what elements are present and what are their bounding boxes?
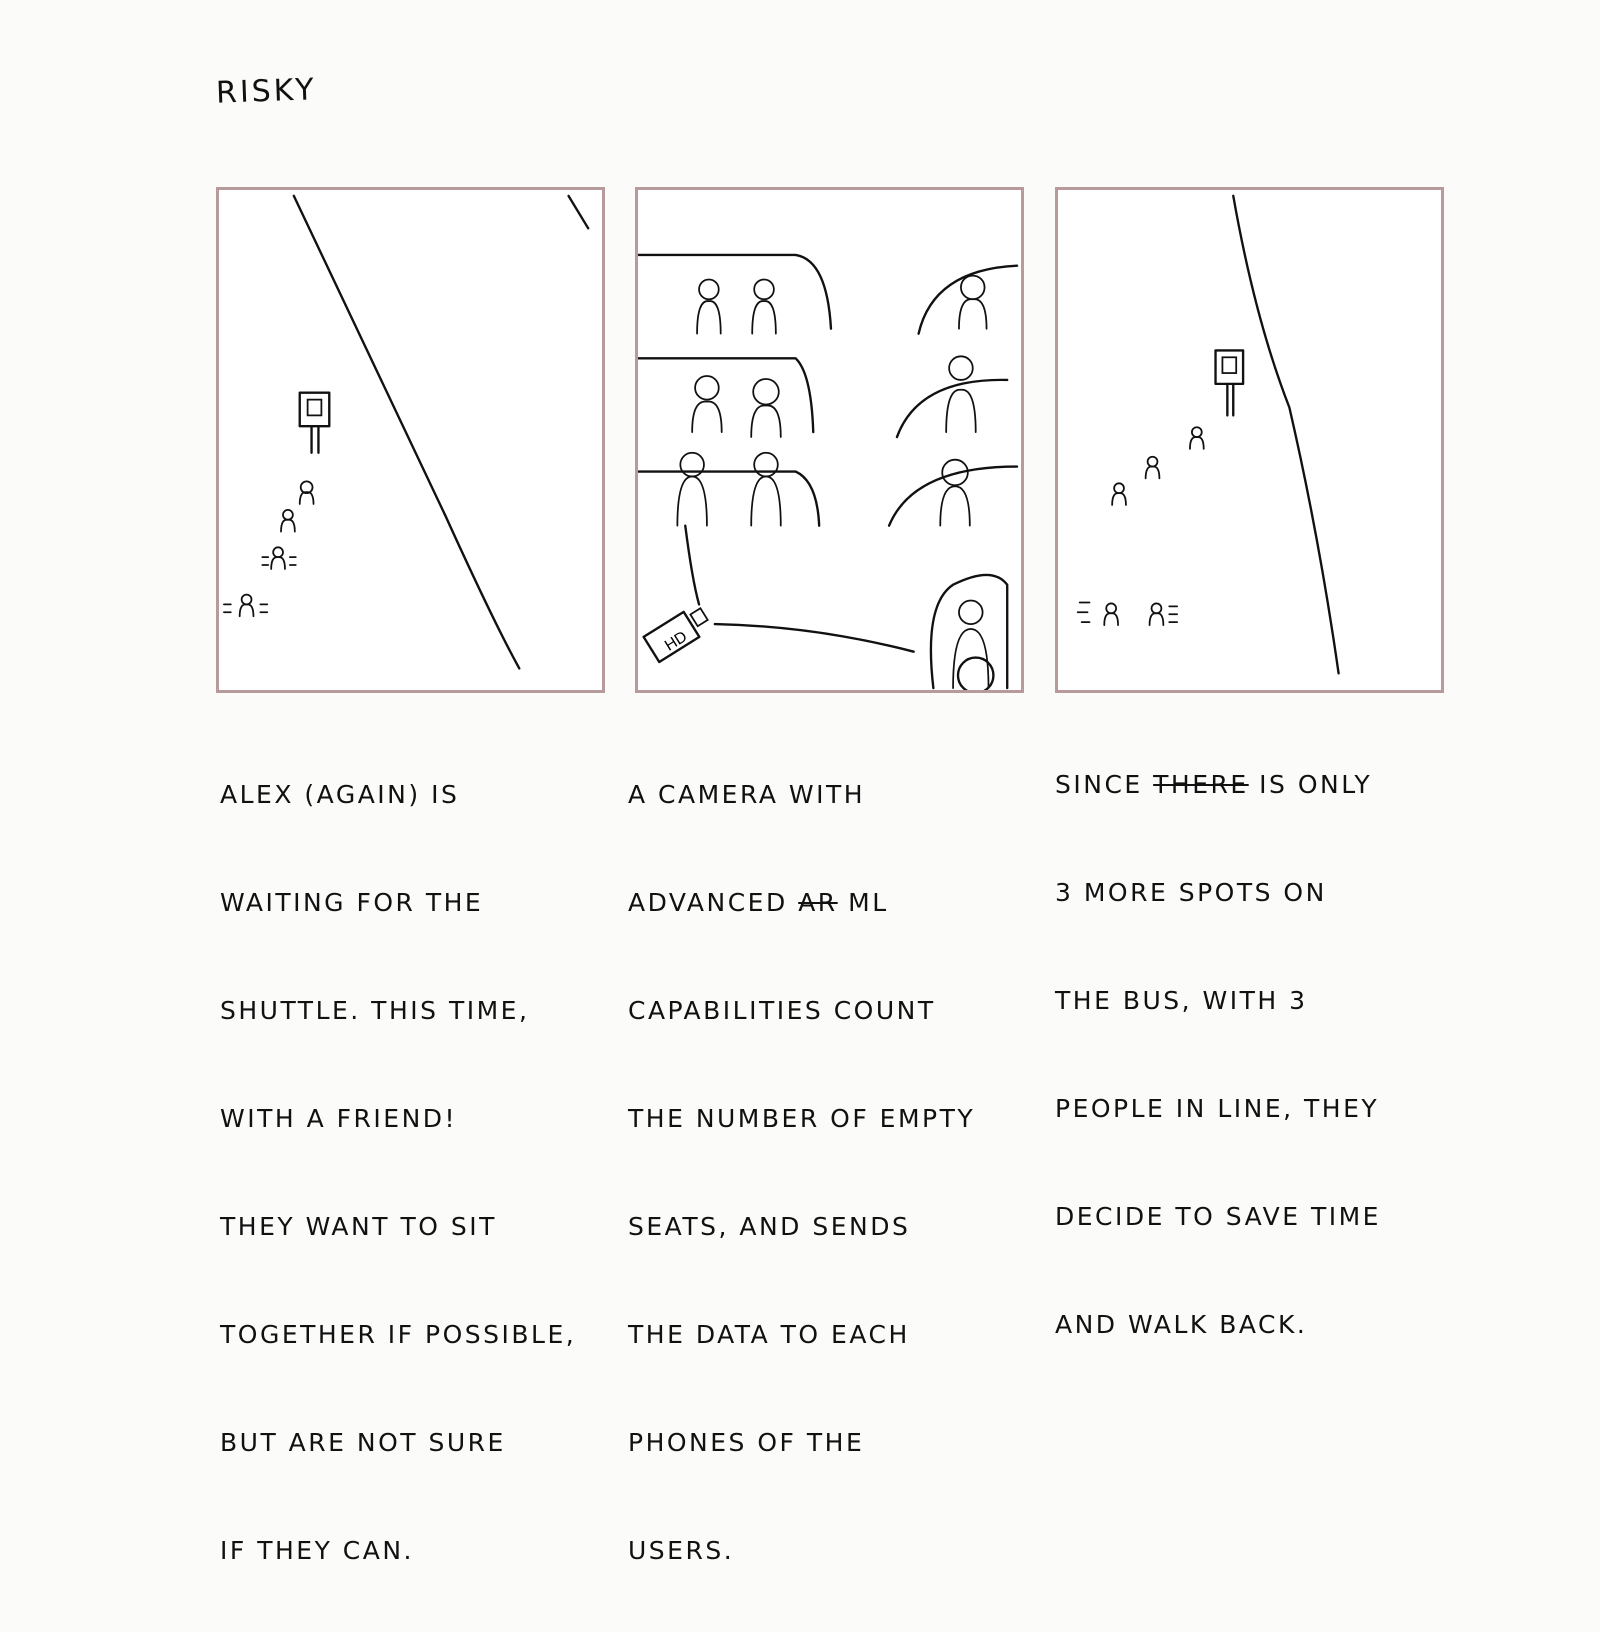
caption-line: WITH A FRIEND! xyxy=(220,1104,458,1133)
caption-line: ADVANCED AR ML xyxy=(628,876,1038,930)
caption-line: SHUTTLE. THIS TIME, xyxy=(220,996,530,1025)
people-in-line xyxy=(1111,426,1205,506)
caption-line: THE DATA TO EACH xyxy=(628,1320,910,1349)
caption-line: 3 MORE SPOTS ON xyxy=(1055,878,1327,907)
caption-line: THEY WANT TO SIT xyxy=(220,1212,497,1241)
road-edge-line xyxy=(292,194,521,670)
caption-word: SINCE xyxy=(1055,770,1143,799)
camera-device: HD xyxy=(642,607,709,664)
caption-line: ALEX (AGAIN) IS xyxy=(220,780,460,809)
caption-line: DECIDE TO SAVE TIME xyxy=(1055,1202,1381,1231)
caption-line: AND WALK BACK. xyxy=(1055,1310,1308,1339)
caption-line: CAPABILITIES COUNT xyxy=(628,996,936,1025)
caption-line: TOGETHER IF POSSIBLE, xyxy=(220,1320,577,1349)
caption-line: SINCE THERE IS ONLY xyxy=(1055,758,1535,812)
struck-word: THERE xyxy=(1153,770,1249,799)
panel-3-caption: SINCE THERE IS ONLY 3 MORE SPOTS ON THE … xyxy=(1055,704,1535,1406)
bus-driver xyxy=(929,573,1009,690)
seated-passengers xyxy=(676,274,988,527)
page-title: RISKY xyxy=(215,72,318,111)
caption-line: SEATS, AND SENDS xyxy=(628,1212,911,1241)
struck-word: AR xyxy=(798,888,838,917)
caption-line: WAITING FOR THE xyxy=(220,888,484,917)
caption-line: A CAMERA WITH xyxy=(628,780,866,809)
panel-2-sketch: HD xyxy=(638,253,1019,690)
storyboard-panel-2: HD xyxy=(635,187,1024,693)
camera-label: HD xyxy=(662,628,690,654)
storyboard-panel-3 xyxy=(1055,187,1444,693)
friends-walking-back xyxy=(1076,601,1179,626)
caption-line: THE BUS, WITH 3 xyxy=(1055,986,1308,1015)
bus-stop-sign xyxy=(1214,349,1245,417)
caption-line: USERS. xyxy=(628,1536,735,1565)
storyboard-sheet: RISKY HD ALEX (AGAIN) IS WAITING FOR THE… xyxy=(0,0,1600,1565)
bus-stop-sign xyxy=(298,391,331,454)
panel-3-sketch xyxy=(1076,194,1340,675)
storyboard-panel-1 xyxy=(216,187,605,693)
caption-line: IF THEY CAN. xyxy=(220,1536,414,1565)
caption-line: PEOPLE IN LINE, THEY xyxy=(1055,1094,1380,1123)
caption-word: ADVANCED xyxy=(628,888,788,917)
caption-line: PHONES OF THE xyxy=(628,1428,865,1457)
floor-line xyxy=(713,622,915,653)
panel-2-caption: A CAMERA WITH ADVANCED AR ML CAPABILITIE… xyxy=(628,714,1038,1632)
aisle-line xyxy=(684,524,701,606)
panel-1-sketch xyxy=(223,194,590,670)
caption-word: IS ONLY xyxy=(1259,770,1373,799)
road-edge-line xyxy=(1232,194,1340,675)
caption-line: BUT ARE NOT SURE xyxy=(220,1428,506,1457)
corner-stroke xyxy=(567,194,590,230)
people-in-line xyxy=(223,480,315,618)
caption-line: THE NUMBER OF EMPTY xyxy=(628,1104,976,1133)
panel-1-caption: ALEX (AGAIN) IS WAITING FOR THE SHUTTLE.… xyxy=(220,714,630,1632)
caption-word: ML xyxy=(848,888,889,917)
